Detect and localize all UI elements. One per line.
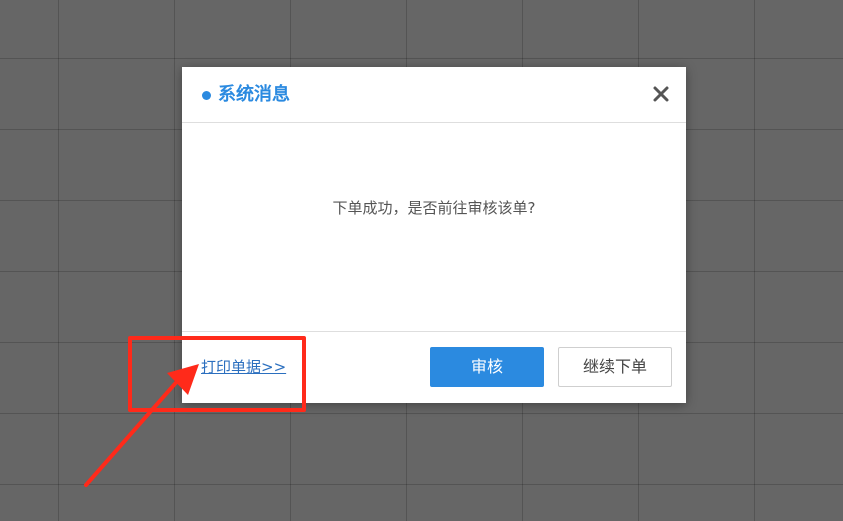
annotation-arrow-icon bbox=[84, 364, 199, 487]
